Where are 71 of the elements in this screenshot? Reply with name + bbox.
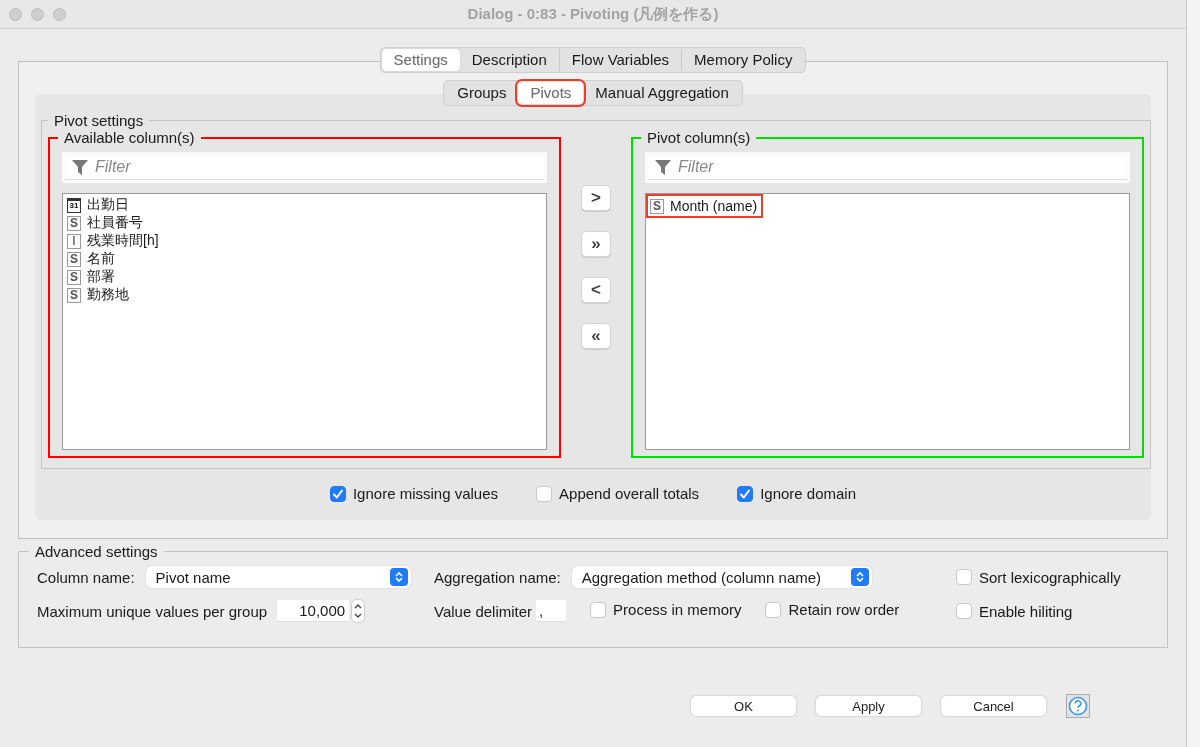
move-button[interactable]: » xyxy=(581,231,611,257)
checkbox[interactable] xyxy=(956,603,972,619)
checkbox[interactable] xyxy=(329,485,346,502)
field-label: Value delimiter xyxy=(434,602,533,620)
option-checkbox[interactable]: Append overall totals xyxy=(536,485,700,502)
up-down-icon xyxy=(392,570,405,584)
column-item[interactable]: I 残業時間[h] xyxy=(65,232,161,250)
delimiter-field[interactable]: , xyxy=(536,600,567,622)
group-title: Advanced settings xyxy=(34,543,159,560)
date-type-icon: 31 xyxy=(67,197,81,213)
option-checkbox[interactable]: Retain row order xyxy=(765,601,900,619)
checkbox[interactable] xyxy=(765,601,782,618)
spinner-icon xyxy=(351,599,366,623)
tab[interactable]: Manual Aggregation xyxy=(583,82,741,104)
help-icon xyxy=(1068,696,1088,716)
checkbox[interactable] xyxy=(536,485,553,502)
column-item[interactable]: S 名前 xyxy=(65,250,117,268)
group-title: Pivot settings xyxy=(53,112,145,129)
option-checkbox[interactable]: Ignore missing values xyxy=(329,485,499,502)
dialog-button[interactable]: Apply xyxy=(816,696,921,716)
string-type-icon: S xyxy=(67,215,81,231)
dialog-button[interactable]: Cancel xyxy=(941,696,1046,716)
move-button[interactable]: < xyxy=(581,277,611,303)
aggregation-name-select[interactable]: Aggregation method (column name) xyxy=(571,566,872,588)
group-title: Pivot column(s) xyxy=(646,129,752,146)
group-title: Available column(s) xyxy=(63,129,196,146)
move-button[interactable]: > xyxy=(581,185,611,211)
window-control-icon[interactable] xyxy=(53,7,66,21)
option-checkbox[interactable]: Process in memory xyxy=(590,601,742,619)
field-label: Aggregation name: xyxy=(434,568,561,586)
field-label: Column name: xyxy=(37,568,135,586)
field-label: Maximum unique values per group xyxy=(37,602,268,620)
checkbox[interactable] xyxy=(590,601,607,618)
tab[interactable]: Memory Policy xyxy=(681,49,805,71)
check-icon xyxy=(739,487,752,500)
number-field[interactable]: 10,000 xyxy=(277,600,350,622)
tab[interactable]: Settings xyxy=(381,49,460,71)
column-item[interactable]: S 勤務地 xyxy=(65,286,131,304)
column-item[interactable]: S 部署 xyxy=(65,268,117,286)
option-checkbox[interactable]: Enable hiliting xyxy=(956,602,1073,620)
filter-icon xyxy=(654,158,672,176)
tab[interactable]: Groups xyxy=(445,82,519,104)
tab[interactable]: Flow Variables xyxy=(558,49,682,71)
tab[interactable]: Pivots xyxy=(518,82,584,104)
column-name-select[interactable]: Pivot name xyxy=(145,566,411,588)
move-button[interactable]: « xyxy=(581,323,611,349)
help-button[interactable] xyxy=(1066,694,1090,718)
window-control-icon[interactable] xyxy=(31,7,44,21)
string-type-icon: S xyxy=(67,287,81,303)
column-item[interactable]: S 社員番号 xyxy=(65,214,145,232)
window-control-icon[interactable] xyxy=(9,7,22,21)
column-item[interactable]: S Month (name) xyxy=(648,196,762,216)
checkbox[interactable] xyxy=(956,569,972,585)
column-item[interactable]: 31 出勤日 xyxy=(65,196,131,214)
string-type-icon: S xyxy=(67,251,81,267)
filter-field[interactable]: Filter xyxy=(65,155,544,180)
up-down-icon xyxy=(853,570,866,584)
tab[interactable]: Description xyxy=(459,49,559,71)
filter-field[interactable]: Filter xyxy=(648,155,1127,180)
option-checkbox[interactable]: Ignore domain xyxy=(737,485,857,502)
integer-type-icon: I xyxy=(67,233,81,249)
column-list[interactable]: 31 出勤日 S 社員番号 I 残業時間[h] S 名前 S 部署 S 勤務地 xyxy=(62,193,547,450)
string-type-icon: S xyxy=(67,269,81,285)
checkbox[interactable] xyxy=(737,485,754,502)
dialog-button[interactable]: OK xyxy=(691,696,796,716)
check-icon xyxy=(331,487,344,500)
string-type-icon: S xyxy=(650,198,664,214)
option-checkbox[interactable]: Sort lexicographically xyxy=(956,568,1121,586)
window-title: Dialog - 0:83 - Pivoting (凡例を作る) xyxy=(467,4,719,22)
filter-icon xyxy=(71,158,89,176)
column-list[interactable]: S Month (name) xyxy=(645,193,1130,450)
